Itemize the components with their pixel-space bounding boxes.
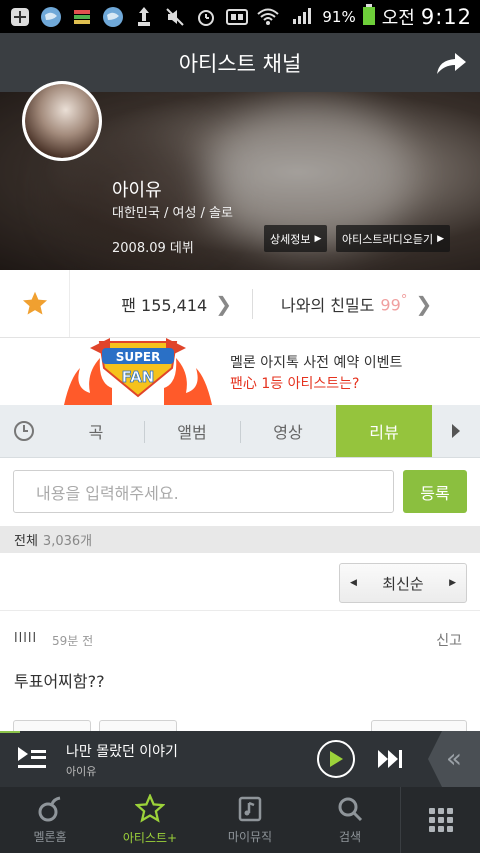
- tab-songs[interactable]: 곡: [48, 405, 144, 457]
- chevron-right-icon: [452, 424, 460, 438]
- artist-meta: 대한민국 / 여성 / 솔로: [112, 206, 233, 221]
- wifi-icon: [256, 6, 280, 28]
- play-triangle-icon: ▶: [314, 233, 322, 244]
- share-icon: [437, 53, 466, 74]
- tab-albums[interactable]: 앨범: [144, 405, 240, 457]
- usb-icon: [132, 6, 156, 28]
- fan-count-link[interactable]: 팬 155,414 ❯: [70, 292, 232, 316]
- svg-text:SUPER: SUPER: [116, 350, 161, 364]
- page-title: 아티스트 채널: [178, 51, 302, 76]
- chevron-right-icon[interactable]: ▶: [449, 578, 456, 588]
- nav-search[interactable]: 검색: [300, 787, 400, 853]
- artist-debut: 2008.09 데뷔: [112, 241, 194, 256]
- review-text: 투표어찌함??: [14, 672, 105, 691]
- player-track-title: 나만 몰랐던 이야기: [66, 744, 178, 760]
- play-triangle-icon: ▶: [437, 233, 445, 244]
- artist-name: 아이유: [112, 180, 162, 201]
- share-button[interactable]: [434, 46, 468, 80]
- chevron-left-icon[interactable]: ◀: [350, 578, 357, 588]
- nav-melon-home[interactable]: 멜론홈: [0, 787, 100, 853]
- star-icon: [135, 794, 165, 823]
- player-artist: 아이유: [66, 765, 97, 778]
- mini-player: 나만 몰랐던 이야기 아이유 «: [0, 731, 480, 787]
- detail-info-label: 상세정보: [270, 232, 311, 246]
- total-label: 전체: [14, 534, 38, 549]
- stack-icon: [70, 6, 94, 28]
- battery-percent: 91%: [322, 7, 356, 26]
- review-form: 내용을 입력해주세요. 등록: [0, 458, 480, 526]
- double-chevron-left-icon: «: [446, 744, 462, 774]
- playlist-button[interactable]: [16, 745, 48, 773]
- review-total-bar: 전체 3,036개: [0, 526, 480, 553]
- clock-icon: [14, 421, 34, 441]
- banner-headline: 멜론 아지톡 사전 예약 이벤트: [230, 355, 403, 371]
- review-input[interactable]: 내용을 입력해주세요.: [13, 470, 394, 513]
- detail-info-button[interactable]: 상세정보 ▶: [264, 225, 328, 252]
- review-item: lllll 59분 전 신고 투표어찌함??: [0, 611, 480, 734]
- intimacy-value: 99°: [380, 292, 408, 315]
- review-user[interactable]: lllll: [14, 631, 37, 646]
- progress-bar: [0, 731, 20, 733]
- melon-icon: [38, 796, 61, 822]
- review-time: 59분 전: [52, 634, 94, 648]
- sort-selector[interactable]: ◀ 최신순 ▶: [339, 563, 467, 603]
- review-placeholder: 내용을 입력해주세요.: [36, 483, 179, 503]
- chevron-right-icon: ❯: [215, 291, 232, 316]
- artist-stats: 팬 155,414 ❯ 나와의 친밀도 99° ❯: [0, 270, 480, 338]
- banner-subline: 팬心 1등 아티스트는?: [230, 376, 360, 392]
- star-icon: [22, 291, 47, 314]
- favorite-button[interactable]: [0, 270, 70, 337]
- artist-radio-label: 아티스트라디오듣기: [342, 232, 434, 246]
- grid-icon: [428, 808, 453, 832]
- play-button[interactable]: [317, 740, 355, 778]
- collapse-player-button[interactable]: «: [428, 731, 480, 787]
- tab-videos[interactable]: 영상: [240, 405, 336, 457]
- signal-icon: [292, 5, 316, 29]
- artist-avatar[interactable]: [22, 81, 102, 161]
- menu-grid-button[interactable]: [400, 787, 480, 853]
- superfan-logo: SUPER FAN: [64, 338, 212, 405]
- bottom-nav: 멜론홈 아티스트+ 마이뮤직 검색: [0, 787, 480, 853]
- recent-button[interactable]: [0, 405, 48, 457]
- event-banner[interactable]: SUPER FAN 멜론 아지톡 사전 예약 이벤트 팬心 1등 아티스트는?: [0, 338, 480, 405]
- music-note-icon: [238, 796, 262, 822]
- report-button[interactable]: 신고: [436, 630, 462, 650]
- artist-radio-button[interactable]: 아티스트라디오듣기 ▶: [336, 225, 451, 252]
- playlist-icon: [18, 747, 46, 768]
- sort-row: ◀ 최신순 ▶: [0, 553, 480, 611]
- globe-icon: [101, 6, 125, 28]
- clock-time: 9:12: [420, 4, 472, 29]
- nav-artist-plus[interactable]: 아티스트+: [100, 787, 200, 853]
- add-icon: [8, 6, 32, 28]
- ampm-label: 오전: [381, 7, 415, 29]
- alarm-icon: [194, 6, 218, 28]
- intimacy-label: 나와의 친밀도: [281, 295, 375, 315]
- svg-text:FAN: FAN: [122, 368, 155, 386]
- status-bar: 91% 오전 9:12: [0, 0, 480, 33]
- chevron-right-icon: ❯: [415, 291, 433, 316]
- tabs-next-button[interactable]: [432, 405, 480, 457]
- globe-icon: [39, 6, 63, 28]
- play-icon: [330, 751, 343, 767]
- tab-reviews[interactable]: 리뷰: [336, 405, 432, 457]
- search-icon: [338, 797, 363, 822]
- nav-my-music[interactable]: 마이뮤직: [200, 787, 300, 853]
- total-count: 3,036개: [42, 534, 93, 549]
- battery-icon: [362, 3, 376, 30]
- dmb-icon: [225, 6, 249, 28]
- content-tabs: 곡 앨범 영상 리뷰: [0, 405, 480, 458]
- fan-count: 팬 155,414: [121, 295, 208, 315]
- sort-selected: 최신순: [382, 574, 424, 593]
- mute-icon: [163, 6, 187, 28]
- next-button[interactable]: [376, 746, 406, 772]
- intimacy-link[interactable]: 나와의 친밀도 99° ❯: [281, 292, 432, 316]
- next-track-icon: [378, 750, 402, 768]
- register-button[interactable]: 등록: [403, 470, 467, 513]
